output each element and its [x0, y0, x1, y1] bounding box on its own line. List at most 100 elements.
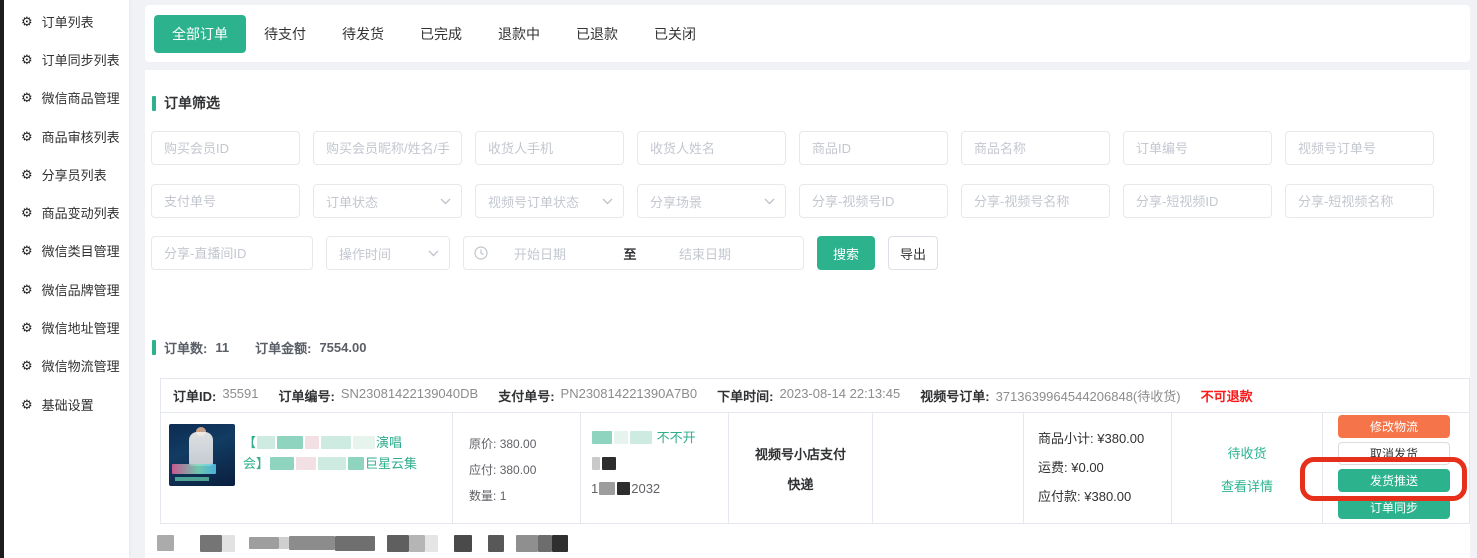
- sidebar-item-label: 订单同步列表: [42, 50, 120, 69]
- ship-push-button[interactable]: 发货推送: [1338, 469, 1450, 492]
- share-video-id-input[interactable]: [1123, 184, 1272, 218]
- tab-pending-payment[interactable]: 待支付: [246, 15, 324, 53]
- share-info-cell: [872, 413, 1023, 524]
- operate-time-select[interactable]: 操作时间: [326, 236, 450, 270]
- cancel-shipment-button[interactable]: 取消发货: [1338, 442, 1450, 465]
- gear-icon: ⚙: [21, 130, 33, 143]
- censor-block: [279, 537, 289, 549]
- tab-refunding[interactable]: 退款中: [480, 15, 558, 53]
- filter-payment-no-input[interactable]: [151, 184, 300, 218]
- orders-count-value: 11: [215, 340, 229, 355]
- filter-buyer-name-input[interactable]: [313, 131, 462, 165]
- modify-logistics-button[interactable]: 修改物流: [1338, 415, 1450, 438]
- customer-phone: 12032: [591, 481, 728, 496]
- filter-order-no-input[interactable]: [1123, 131, 1272, 165]
- tab-pending-shipment[interactable]: 待发货: [324, 15, 402, 53]
- order-id: 订单ID: 35591: [173, 386, 259, 405]
- order-status-select[interactable]: 订单状态: [313, 184, 462, 218]
- product-image: [169, 424, 235, 486]
- censor-block: [270, 457, 294, 470]
- tab-refunded[interactable]: 已退款: [558, 15, 636, 53]
- chevron-down-icon: [440, 198, 451, 205]
- start-date-input[interactable]: 开始日期: [514, 244, 610, 263]
- censor-block: [249, 537, 279, 549]
- order-sync-button[interactable]: 订单同步: [1338, 496, 1450, 519]
- orders-amount-label: 订单金额:: [255, 338, 311, 357]
- date-range-separator: 至: [610, 244, 650, 263]
- order-row: 【演唱 会】巨星云集 原价: 380.00 应付: 380.00 数量: 1 不…: [161, 413, 1469, 524]
- search-button[interactable]: 搜索: [817, 236, 875, 270]
- share-channel-id-input[interactable]: [799, 184, 948, 218]
- censor-block: [257, 436, 275, 449]
- product-title: 【演唱 会】巨星云集: [243, 424, 417, 524]
- filter-buyer-id-input[interactable]: [151, 131, 300, 165]
- shipping-fee: 运费: ¥0.00: [1038, 457, 1171, 476]
- gear-icon: ⚙: [21, 206, 33, 219]
- sidebar-item-label: 微信类目管理: [42, 241, 120, 260]
- orders-amount-value: 7554.00: [319, 340, 366, 355]
- sidebar: ⚙ 订单列表 ⚙ 订单同步列表 ⚙ 微信商品管理 ⚙ 商品审核列表 ⚙ 分享员列…: [4, 0, 129, 558]
- filter-section-title: 订单筛选: [152, 93, 220, 113]
- sidebar-item-wechat-category-mgmt[interactable]: ⚙ 微信类目管理: [4, 232, 129, 270]
- filter-receiver-phone-input[interactable]: [475, 131, 624, 165]
- channels-order-number: 视频号订单: 3713639964544206848(待收货): [920, 386, 1180, 405]
- gear-icon: ⚙: [21, 53, 33, 66]
- tab-closed[interactable]: 已关闭: [636, 15, 714, 53]
- filter-product-name-input[interactable]: [961, 131, 1110, 165]
- share-channel-name-input[interactable]: [961, 184, 1110, 218]
- censor-block: [630, 431, 652, 444]
- censored-footer-row: [157, 533, 568, 553]
- sidebar-item-order-list[interactable]: ⚙ 订单列表: [4, 2, 129, 40]
- subtotal: 商品小计: ¥380.00: [1038, 428, 1171, 447]
- sidebar-item-basic-settings[interactable]: ⚙ 基础设置: [4, 385, 129, 423]
- status-cell: 待收货 查看详情: [1171, 413, 1322, 524]
- tab-completed[interactable]: 已完成: [402, 15, 480, 53]
- order-time: 下单时间: 2023-08-14 22:13:45: [717, 386, 900, 405]
- chevron-down-icon: [602, 198, 613, 205]
- no-refund-badge: 不可退款: [1201, 386, 1253, 405]
- sidebar-item-label: 微信地址管理: [42, 318, 120, 337]
- sidebar-item-label: 商品变动列表: [42, 203, 120, 222]
- filter-channels-order-no-input[interactable]: [1285, 131, 1434, 165]
- sidebar-item-product-change-list[interactable]: ⚙ 商品变动列表: [4, 193, 129, 231]
- sidebar-item-order-sync-list[interactable]: ⚙ 订单同步列表: [4, 40, 129, 78]
- order-card: 订单ID: 35591 订单编号: SN23081422139040DB 支付单…: [160, 378, 1470, 524]
- sidebar-item-product-review-list[interactable]: ⚙ 商品审核列表: [4, 117, 129, 155]
- censor-block: [157, 535, 174, 551]
- sidebar-item-wechat-product-mgmt[interactable]: ⚙ 微信商品管理: [4, 79, 129, 117]
- sidebar-item-label: 微信物流管理: [42, 356, 120, 375]
- tab-all-orders[interactable]: 全部订单: [154, 15, 246, 53]
- filter-row-1: [151, 131, 1434, 165]
- gear-icon: ⚙: [21, 321, 33, 334]
- view-detail-link[interactable]: 查看详情: [1221, 476, 1273, 495]
- sidebar-item-sharer-list[interactable]: ⚙ 分享员列表: [4, 155, 129, 193]
- chevron-down-icon: [764, 198, 775, 205]
- sidebar-item-label: 分享员列表: [42, 165, 107, 184]
- channels-order-status-select[interactable]: 视频号订单状态: [475, 184, 624, 218]
- share-scene-select[interactable]: 分享场景: [637, 184, 786, 218]
- censor-block: [516, 535, 538, 552]
- customer-cell: 不不开 12032: [580, 413, 728, 524]
- share-liveroom-id-input[interactable]: [151, 236, 313, 270]
- payable-price: 应付: 380.00: [469, 461, 580, 478]
- share-video-name-input[interactable]: [1285, 184, 1434, 218]
- censor-block: [454, 535, 472, 552]
- payment-cell: 视频号小店支付 快递: [728, 413, 872, 524]
- gear-icon: ⚙: [21, 359, 33, 372]
- censor-block: [409, 535, 425, 552]
- censor-block: [277, 436, 303, 449]
- filter-receiver-name-input[interactable]: [637, 131, 786, 165]
- sidebar-item-wechat-brand-mgmt[interactable]: ⚙ 微信品牌管理: [4, 270, 129, 308]
- sidebar-item-label: 订单列表: [42, 12, 94, 31]
- date-range-picker[interactable]: 开始日期 至 结束日期: [463, 236, 804, 270]
- censor-block: [488, 535, 504, 552]
- sidebar-item-wechat-address-mgmt[interactable]: ⚙ 微信地址管理: [4, 308, 129, 346]
- export-button[interactable]: 导出: [888, 236, 938, 270]
- shipping-method: 快递: [787, 474, 813, 493]
- status-badge: 待收货: [1227, 443, 1266, 462]
- gear-icon: ⚙: [21, 244, 33, 257]
- filter-product-id-input[interactable]: [799, 131, 948, 165]
- end-date-input[interactable]: 结束日期: [650, 244, 760, 263]
- censor-block: [353, 436, 375, 449]
- sidebar-item-wechat-logistics-mgmt[interactable]: ⚙ 微信物流管理: [4, 347, 129, 385]
